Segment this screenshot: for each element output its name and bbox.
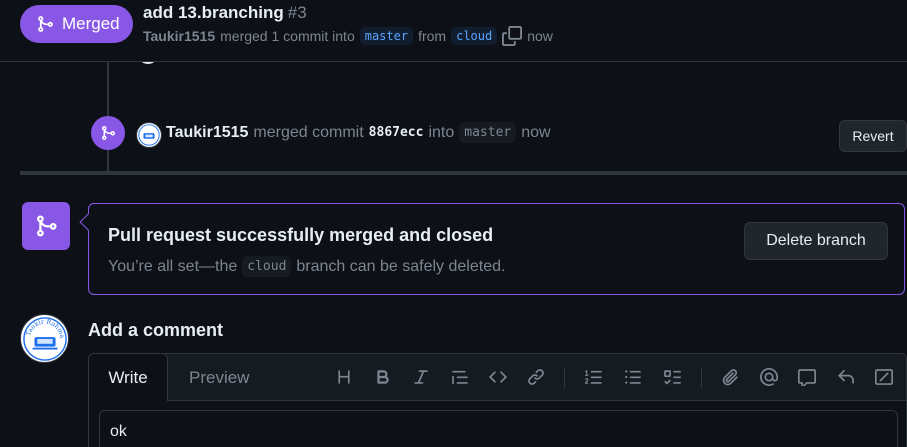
event-into-text: into: [428, 123, 455, 141]
delete-branch-button[interactable]: Delete branch: [744, 222, 888, 260]
pr-number: #3: [287, 3, 307, 22]
comment-textarea[interactable]: ok: [99, 410, 898, 447]
merge-status-title: Pull request successfully merged and clo…: [108, 225, 494, 245]
pr-author-link[interactable]: Taukir1515: [143, 28, 215, 44]
merge-status-subtitle: You’re all set—the cloud branch can be s…: [108, 256, 505, 277]
reply-icon[interactable]: [836, 367, 856, 387]
reference-icon[interactable]: [797, 367, 817, 387]
event-branch-chip[interactable]: master: [459, 122, 517, 143]
quote-icon[interactable]: [450, 367, 470, 387]
event-author-link[interactable]: Taukir1515: [166, 124, 248, 142]
toolbar-divider: [564, 368, 565, 388]
tab-preview[interactable]: Preview: [189, 368, 249, 388]
toolbar-divider: [701, 368, 702, 388]
merge-icon: [102, 126, 116, 140]
merge-event-badge: [91, 116, 125, 150]
merge-sub-after: branch can be safely deleted.: [296, 257, 506, 275]
timeline-end-divider: [20, 171, 907, 175]
slash-command-icon[interactable]: [874, 367, 894, 387]
add-comment-heading: Add a comment: [88, 320, 224, 340]
ordered-list-icon[interactable]: [584, 367, 604, 387]
link-icon[interactable]: [526, 367, 546, 387]
pr-title: add 13.branching #3: [143, 3, 307, 23]
bold-icon[interactable]: [373, 367, 393, 387]
merge-icon: [38, 16, 53, 32]
merged-text: merged 1 commit into: [220, 28, 355, 44]
avatar-logo-icon: Taukir Rahman: [22, 316, 67, 361]
copy-icon[interactable]: [502, 26, 523, 46]
heading-icon[interactable]: [334, 367, 354, 387]
base-branch-chip[interactable]: master: [359, 27, 414, 45]
pr-meta-line: Taukir1515 merged 1 commit into master f…: [143, 26, 553, 46]
attach-icon[interactable]: [720, 367, 740, 387]
merged-status-label: Merged: [62, 14, 120, 33]
unordered-list-icon[interactable]: [623, 367, 643, 387]
head-branch-chip[interactable]: cloud: [451, 27, 498, 45]
tab-write[interactable]: Write: [88, 353, 168, 401]
pr-title-text: add 13.branching: [143, 3, 284, 22]
comment-editor: Write Preview ok: [88, 353, 907, 447]
current-user-avatar[interactable]: Taukir Rahman: [20, 314, 69, 363]
revert-button[interactable]: Revert: [839, 120, 907, 152]
avatar-logo-icon: [138, 124, 160, 146]
merge-event-text: Taukir1515 merged commit 8867ecc into ma…: [166, 122, 551, 143]
from-text: from: [418, 28, 447, 44]
code-icon[interactable]: [488, 367, 508, 387]
event-action: merged commit: [253, 123, 364, 141]
merge-sub-before: You’re all set—the: [108, 257, 238, 275]
merge-icon: [37, 215, 57, 237]
event-time[interactable]: now: [521, 124, 550, 142]
mention-icon[interactable]: [759, 367, 779, 387]
pr-sticky-header: Merged add 13.branching #3 Taukir1515 mer…: [0, 0, 907, 62]
task-list-icon[interactable]: [662, 367, 682, 387]
commit-sha-link[interactable]: 8867ecc: [369, 125, 424, 140]
event-author-avatar[interactable]: [136, 122, 162, 148]
deletable-branch-chip[interactable]: cloud: [242, 256, 292, 277]
merged-box-icon: [22, 202, 70, 250]
editor-tab-bar: Write Preview: [88, 353, 906, 401]
pr-time: now: [527, 28, 553, 44]
merged-status-badge: Merged: [20, 5, 133, 43]
italic-icon[interactable]: [411, 367, 431, 387]
